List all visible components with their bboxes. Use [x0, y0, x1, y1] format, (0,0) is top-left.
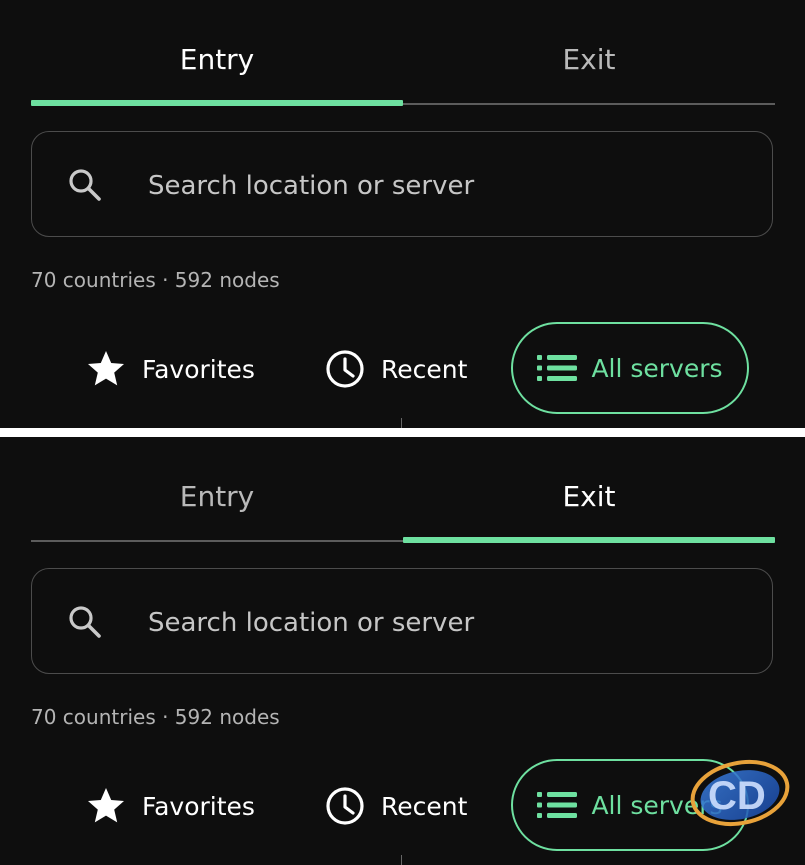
- filter-row: Favorites Recent All servers: [0, 322, 805, 428]
- list-icon: [537, 792, 578, 818]
- star-icon: [88, 788, 124, 823]
- clock-icon: [326, 350, 364, 388]
- server-picker-entry-panel: Entry Exit 70 countries · 592 nodes Favo…: [0, 0, 805, 428]
- filter-favorites-button[interactable]: Favorites: [86, 759, 255, 853]
- tab-entry-label: Entry: [179, 479, 255, 513]
- list-icon: [537, 355, 578, 381]
- tab-entry[interactable]: Entry: [31, 437, 403, 543]
- svg-text:CD: CD: [708, 774, 766, 818]
- filter-all-servers-button[interactable]: All servers: [511, 322, 749, 414]
- list-divider-tick: [401, 418, 402, 428]
- filter-favorites-button[interactable]: Favorites: [86, 322, 255, 416]
- search-icon: [69, 169, 101, 201]
- tab-active-indicator: [403, 537, 775, 543]
- search-box[interactable]: [31, 568, 773, 674]
- filter-recent-button[interactable]: Recent: [325, 322, 467, 416]
- star-icon: [88, 351, 124, 386]
- clock-icon: [326, 787, 364, 825]
- tab-exit[interactable]: Exit: [403, 437, 775, 543]
- filter-row: Favorites Recent All servers: [0, 759, 805, 865]
- search-input[interactable]: [146, 158, 750, 214]
- search-input[interactable]: [146, 595, 750, 651]
- tab-active-indicator: [31, 100, 403, 106]
- tab-exit[interactable]: Exit: [403, 0, 775, 106]
- watermark-logo-icon: CD: [690, 760, 790, 826]
- tab-entry-label: Entry: [179, 42, 255, 76]
- server-stats: 70 countries · 592 nodes: [31, 705, 280, 729]
- filter-all-servers-label: All servers: [591, 353, 723, 383]
- tab-entry[interactable]: Entry: [31, 0, 403, 106]
- entry-exit-tabs: Entry Exit: [31, 437, 775, 545]
- entry-exit-tabs: Entry Exit: [31, 0, 775, 108]
- tab-exit-label: Exit: [562, 42, 616, 76]
- filter-favorites-label: Favorites: [142, 354, 255, 384]
- filter-recent-label: Recent: [381, 354, 468, 384]
- server-stats: 70 countries · 592 nodes: [31, 268, 280, 292]
- search-box[interactable]: [31, 131, 773, 237]
- screenshot-separator: [0, 428, 805, 437]
- filter-recent-label: Recent: [381, 791, 468, 821]
- search-icon: [69, 606, 101, 638]
- filter-favorites-label: Favorites: [142, 791, 255, 821]
- tab-exit-label: Exit: [562, 479, 616, 513]
- filter-recent-button[interactable]: Recent: [325, 759, 467, 853]
- server-picker-exit-panel: Entry Exit 70 countries · 592 nodes Favo…: [0, 437, 805, 865]
